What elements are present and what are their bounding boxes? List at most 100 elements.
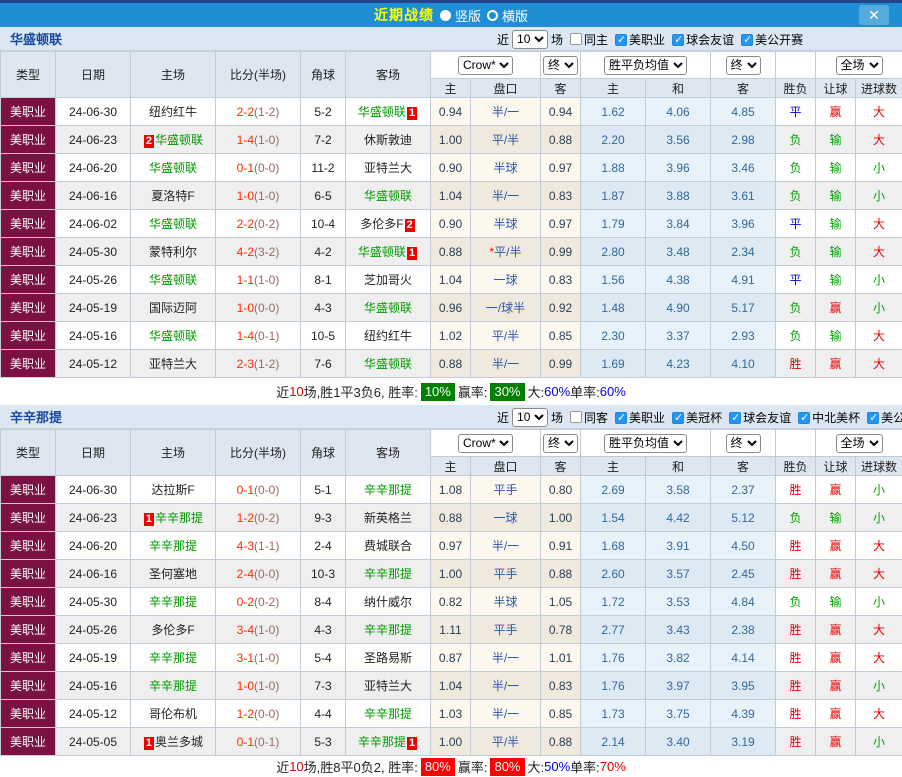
final-avg-select[interactable]: 终 [726, 434, 761, 453]
league-checkbox[interactable] [672, 34, 684, 46]
avg-home: 1.54 [601, 511, 624, 525]
avg-odds-select[interactable]: 胜平负均值 [604, 434, 687, 453]
date-cell: 24-05-05 [56, 728, 131, 756]
away-team-cell: 辛辛那提 [346, 560, 431, 588]
section-header: 华盛顿联 近 10 场 同主 美职业球会友谊美公开赛 [0, 27, 902, 51]
final-odds-select[interactable]: 终 [543, 434, 578, 453]
league-checkbox[interactable] [615, 412, 627, 424]
home-odds: 1.11 [439, 623, 461, 637]
away-team-cell: 辛辛那提 [346, 476, 431, 504]
avg-draw: 4.06 [666, 105, 689, 119]
avg-away: 5.17 [731, 301, 754, 315]
home-odds-cell: 0.82 [431, 588, 471, 616]
league-checkbox[interactable] [867, 412, 879, 424]
fulltime-score: 3-1 [237, 651, 254, 665]
landscape-radio[interactable] [487, 10, 498, 21]
handicap-value: 一球 [493, 511, 517, 525]
avg-draw-cell: 3.53 [646, 588, 711, 616]
home-odds: 1.04 [439, 679, 462, 693]
home-odds-cell: 1.08 [431, 476, 471, 504]
handicap-cell: 平手 [471, 616, 541, 644]
company-select[interactable]: Crow* [458, 56, 513, 75]
score-cell: 0-1(0-0) [216, 476, 301, 504]
home-team-name: 奥兰多城 [155, 735, 203, 749]
date-cell: 24-06-02 [56, 210, 131, 238]
away-odds: 0.78 [549, 623, 572, 637]
avg-home-cell: 1.88 [581, 154, 646, 182]
home-odds: 0.88 [439, 245, 462, 259]
match-count-select[interactable]: 10 [512, 408, 548, 427]
league-checkbox[interactable] [615, 34, 627, 46]
away-odds-cell: 1.01 [541, 644, 581, 672]
league-checkbox[interactable] [729, 412, 741, 424]
home-odds: 0.88 [439, 511, 462, 525]
final-avg-select[interactable]: 终 [726, 56, 761, 75]
final-odds-select[interactable]: 终 [543, 56, 578, 75]
home-team-name: 纽约红牛 [149, 105, 197, 119]
same-venue-checkbox[interactable] [570, 411, 582, 423]
avg-home-cell: 1.48 [581, 294, 646, 322]
corner-cell: 9-3 [301, 504, 346, 532]
fulltime-score: 1-1 [237, 273, 254, 287]
corner-cell: 10-5 [301, 322, 346, 350]
sub-col-header: 客 [711, 457, 776, 476]
handicap-cell: 平手 [471, 560, 541, 588]
sub-col-header: 和 [646, 79, 711, 98]
handicap-result-cell: 赢 [816, 98, 856, 126]
avg-home: 1.76 [601, 651, 624, 665]
goals-cell: 小 [856, 728, 902, 756]
home-odds: 0.96 [439, 301, 462, 315]
sub-col-header: 胜负 [776, 457, 816, 476]
avg-home-cell: 1.69 [581, 350, 646, 378]
corner-cell: 4-2 [301, 238, 346, 266]
company-select[interactable]: Crow* [458, 434, 513, 453]
avg-draw-cell: 4.23 [646, 350, 711, 378]
avg-away-cell: 5.12 [711, 504, 776, 532]
away-odds-cell: 0.78 [541, 616, 581, 644]
home-team-cell: 华盛顿联 [131, 210, 216, 238]
league-checkbox[interactable] [741, 34, 753, 46]
handicap-result-cell: 输 [816, 126, 856, 154]
away-odds: 0.88 [549, 735, 572, 749]
table-row: 美职业24-05-26华盛顿联1-1(1-0)8-1芝加哥火1.04一球0.83… [1, 266, 902, 294]
halftime-score: (0-0) [254, 161, 279, 175]
fulltime-score: 2-3 [237, 357, 254, 371]
match-type-cell: 美职业 [1, 210, 56, 238]
league-checkbox[interactable] [798, 412, 810, 424]
avg-away-cell: 3.95 [711, 672, 776, 700]
home-odds-cell: 0.88 [431, 238, 471, 266]
home-team-cell: 辛辛那提 [131, 644, 216, 672]
score-cell: 1-2(0-0) [216, 700, 301, 728]
fulltime-score: 1-0 [237, 679, 254, 693]
col-header-date: 日期 [56, 52, 131, 98]
away-team-cell: 费城联合 [346, 532, 431, 560]
date-cell: 24-05-16 [56, 322, 131, 350]
avg-home: 1.48 [601, 301, 624, 315]
col-header-away: 客场 [346, 52, 431, 98]
avg-odds-select[interactable]: 胜平负均值 [604, 56, 687, 75]
halftime-score: (3-2) [254, 245, 279, 259]
scope-select[interactable]: 全场 [836, 434, 883, 453]
date-cell: 24-06-16 [56, 560, 131, 588]
avg-home: 2.14 [601, 735, 624, 749]
close-icon[interactable]: ✕ [859, 5, 889, 25]
same-venue-checkbox[interactable] [570, 33, 582, 45]
portrait-radio[interactable] [440, 10, 451, 21]
league-label: 中北美杯 [812, 411, 860, 425]
league-checkbox[interactable] [672, 412, 684, 424]
fulltime-score: 0-2 [237, 595, 254, 609]
handicap-value: 平/半 [494, 245, 521, 259]
home-team-cell: 纽约红牛 [131, 98, 216, 126]
handicap-value: 半/一 [492, 679, 519, 693]
halftime-score: (1-0) [254, 273, 279, 287]
summary-text1: 场,胜1平3负6, 胜率: [304, 382, 418, 401]
avg-away: 4.84 [731, 595, 754, 609]
scope-select[interactable]: 全场 [836, 56, 883, 75]
record-summary: 近10场,胜8平0负2, 胜率:80%赢率:80%大:50%单率:70% [0, 756, 902, 777]
date-cell: 24-05-16 [56, 672, 131, 700]
sub-col-header: 主 [581, 457, 646, 476]
match-count-select[interactable]: 10 [512, 30, 548, 49]
halftime-score: (1-0) [254, 189, 279, 203]
away-odds-cell: 0.94 [541, 98, 581, 126]
away-team-cell: 华盛顿联1 [346, 238, 431, 266]
